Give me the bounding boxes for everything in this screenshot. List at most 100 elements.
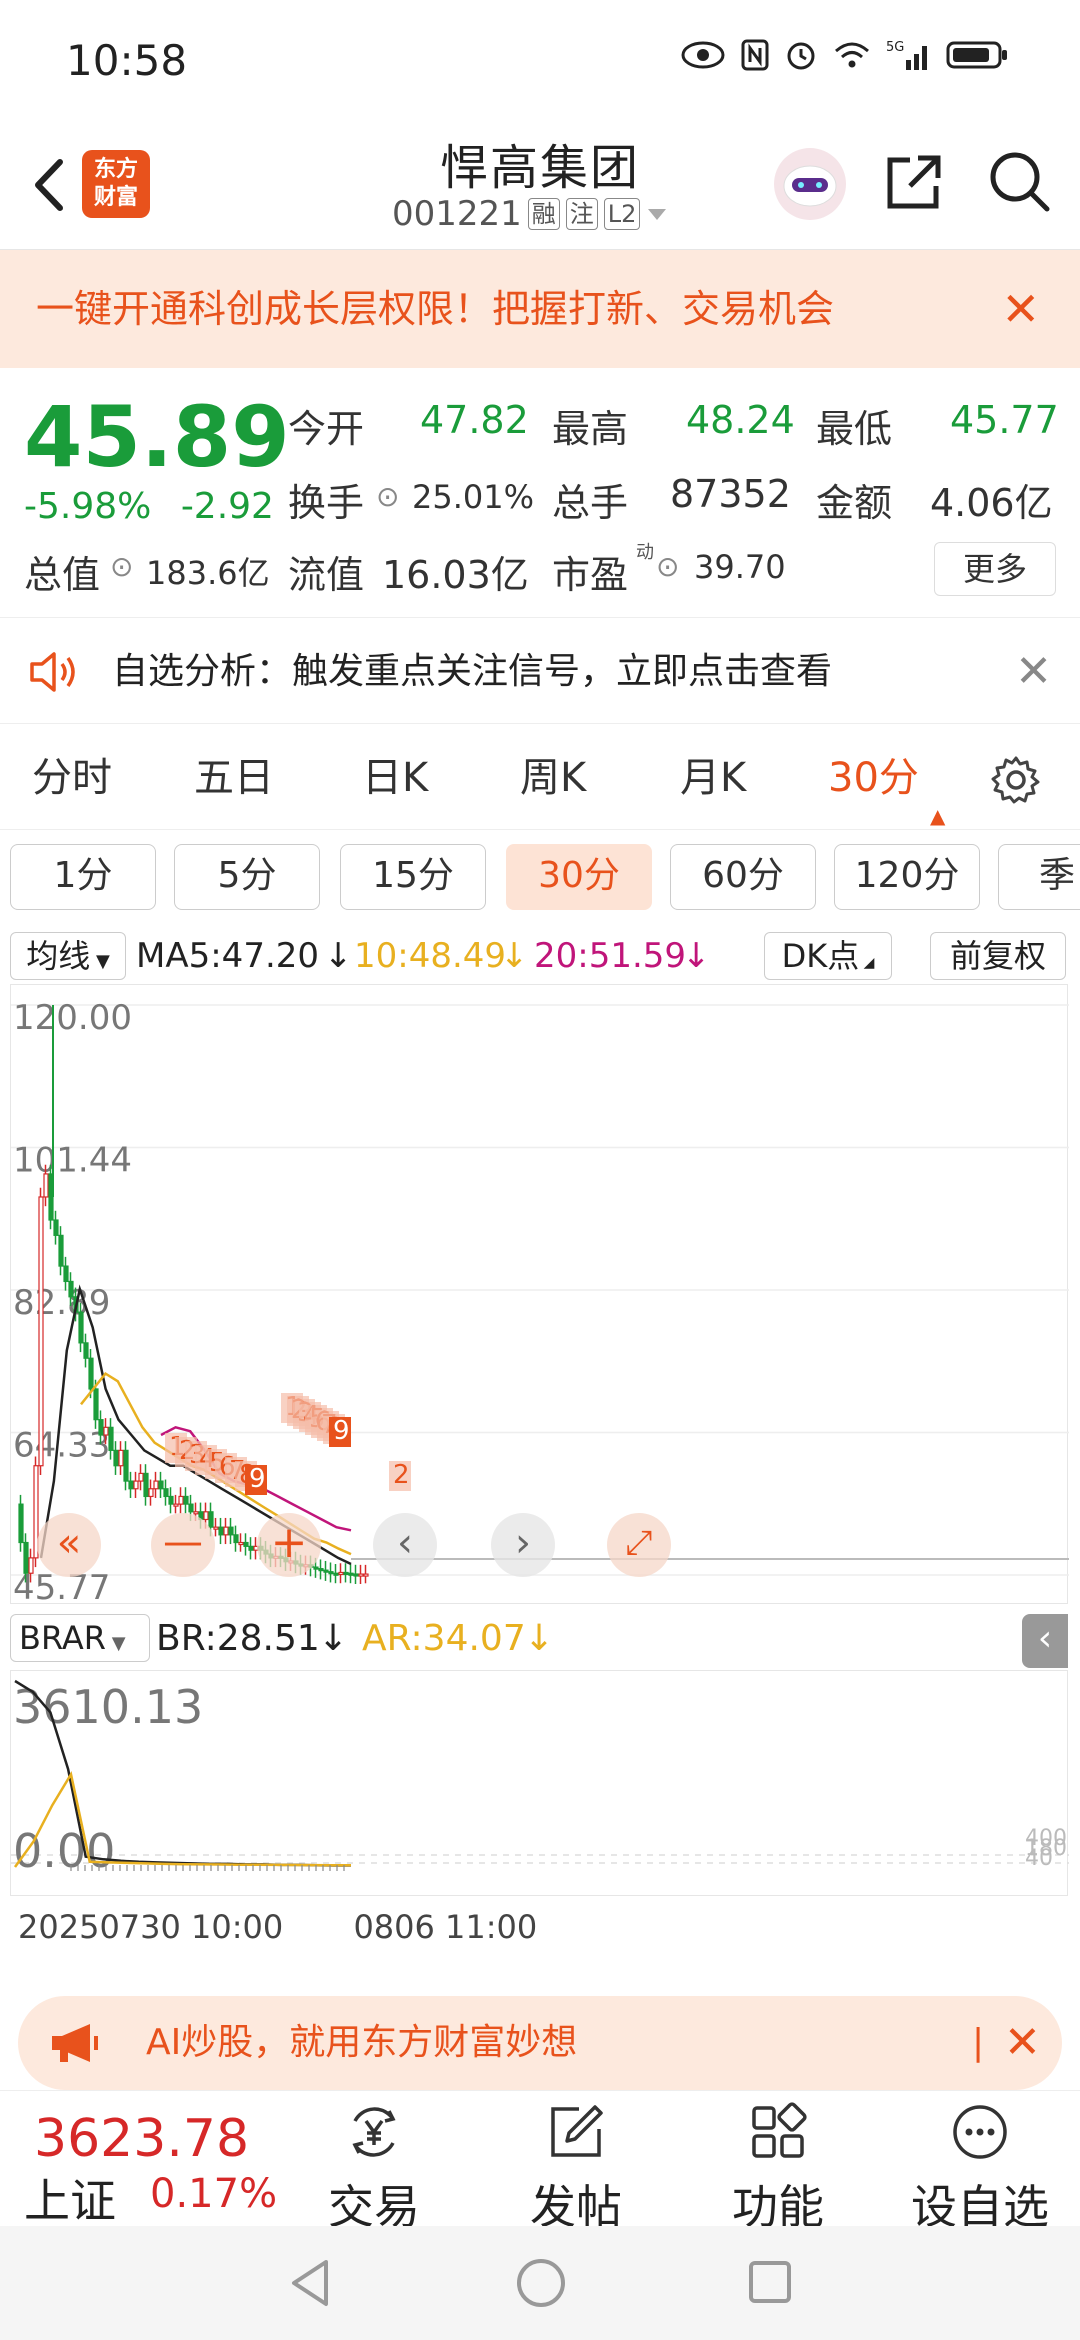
yen-cycle-icon <box>352 2107 396 2157</box>
minute-period-selector: 1分 5分 15分 30分 60分 120分 季 <box>0 834 1080 920</box>
info-circle-icon[interactable]: ⊙ <box>376 480 399 513</box>
status-icons: 5G <box>680 38 1010 72</box>
pill-60min[interactable]: 60分 <box>670 844 816 910</box>
assistant-avatar-icon[interactable] <box>770 144 850 224</box>
info-circle-icon[interactable]: ⊙ <box>110 550 133 583</box>
candle-body <box>98 1419 104 1436</box>
dk-point-selector[interactable]: DK点 ◢ <box>764 932 892 980</box>
edit-icon <box>551 2105 603 2157</box>
y-tick-label: 120.00 <box>13 998 132 1038</box>
analysis-alert[interactable]: 自选分析：触发重点关注信号，立即点击查看 ✕ <box>0 620 1080 724</box>
ar-value: AR:34.07 <box>362 1618 526 1659</box>
y-tick-label: 101.44 <box>13 1141 132 1181</box>
candle-body <box>243 1541 249 1547</box>
candle-body <box>53 1219 59 1236</box>
kline-chart[interactable]: 120.00101.4482.8964.3345.771234567891234… <box>10 984 1069 1608</box>
tab-30min[interactable]: 30分 <box>828 726 919 830</box>
candle-body <box>343 1571 349 1576</box>
candle-body <box>183 1495 189 1505</box>
status-bar: 10:58 5G <box>0 0 1080 120</box>
promo-banner-text: 一键开通科创成长层权限！把握打新、交易机会 <box>36 287 835 331</box>
brar-selector[interactable]: BRAR ▼ <box>10 1614 150 1662</box>
dropdown-triangle-icon[interactable] <box>646 206 668 222</box>
candle-body <box>188 1503 194 1513</box>
tab-five-day[interactable]: 五日 <box>194 726 274 830</box>
float-cap-label: 流值 <box>288 553 365 597</box>
scroll-left-fast-icon[interactable]: « <box>37 1513 101 1577</box>
zoom-out-icon[interactable]: — <box>151 1513 215 1577</box>
y-tick-label: 0.00 <box>13 1824 115 1878</box>
ma5-down-arrow: ↓ <box>324 936 353 976</box>
close-icon[interactable]: ✕ <box>1015 620 1052 724</box>
candle-body <box>353 1573 359 1577</box>
index-value[interactable]: 3623.78 <box>34 2109 249 2169</box>
tag-registration: 注 <box>565 198 598 230</box>
index-name[interactable]: 上证 <box>24 2165 116 2231</box>
tab-weekly-k[interactable]: 周K <box>520 726 586 830</box>
close-icon[interactable]: ✕ <box>1001 250 1040 368</box>
candle-body <box>143 1472 149 1498</box>
candle-body <box>78 1311 84 1344</box>
high-label: 最高 <box>552 407 629 451</box>
candle-body <box>103 1426 109 1436</box>
close-icon[interactable]: ✕ <box>1004 1996 1041 2090</box>
scroll-left-icon[interactable]: ‹ <box>373 1513 437 1577</box>
index-change[interactable]: 0.17% <box>150 2171 277 2217</box>
candle-body <box>23 1541 29 1574</box>
turnover-value: 25.01% <box>412 478 535 516</box>
candle-body <box>218 1526 224 1536</box>
pill-5min[interactable]: 5分 <box>174 844 320 910</box>
more-button[interactable]: 更多 <box>934 542 1056 596</box>
candle-body <box>68 1280 74 1298</box>
tab-intraday[interactable]: 分时 <box>32 726 112 830</box>
ai-ad-banner[interactable]: AI炒股，就用东方财富妙想 | ✕ <box>18 1996 1062 2090</box>
fullscreen-icon[interactable]: ⤢ <box>607 1513 671 1577</box>
pill-quarter[interactable]: 季 <box>998 844 1080 910</box>
scroll-right-icon[interactable]: › <box>491 1513 555 1577</box>
pill-1min[interactable]: 1分 <box>10 844 156 910</box>
megaphone-icon <box>52 2024 98 2062</box>
tab-trade[interactable]: 交易 <box>294 2101 454 2237</box>
side-panel-toggle-icon[interactable]: ‹ <box>1022 1614 1068 1668</box>
tab-post[interactable]: 发帖 <box>496 2101 656 2237</box>
tab-add-watchlist[interactable]: 设自选 <box>900 2101 1060 2237</box>
ma5-value: MA5:47.20 <box>136 936 320 976</box>
right-scale-label: 40 <box>1025 1846 1053 1871</box>
info-circle-icon[interactable]: ⊙ <box>656 550 679 583</box>
ar-down-arrow: ↓ <box>524 1618 555 1659</box>
settings-gear-icon[interactable] <box>990 754 1042 806</box>
alarm-icon <box>787 42 815 70</box>
tab-monthly-k[interactable]: 月K <box>680 726 746 830</box>
zoom-in-icon[interactable]: + <box>257 1513 321 1577</box>
signal-marker-text: 2 <box>393 1460 410 1490</box>
candle-body <box>58 1234 64 1267</box>
candle-body <box>233 1534 239 1544</box>
stock-header: 东方 财富 悍高集团 001221 融 注 L2 <box>0 120 1080 250</box>
date-mid: 0806 11:00 <box>353 1908 538 1946</box>
candle-body <box>338 1571 344 1576</box>
pill-120min[interactable]: 120分 <box>834 844 980 910</box>
y-tick-label: 82.89 <box>13 1283 110 1323</box>
share-icon[interactable] <box>880 148 948 216</box>
pill-15min[interactable]: 15分 <box>340 844 486 910</box>
high-value: 48.24 <box>686 398 795 442</box>
tab-functions[interactable]: 功能 <box>698 2101 858 2237</box>
adjust-selector[interactable]: 前复权 <box>930 932 1066 980</box>
pe-dynamic-mark: 动 <box>636 542 654 563</box>
nav-back-icon[interactable] <box>286 2256 336 2310</box>
brar-chart[interactable]: 3610.13 0.00 400 180 40 <box>10 1670 1069 1896</box>
candle-body <box>213 1526 219 1530</box>
period-tabs: 分时 五日 日K 周K 月K 30分 ▲ <box>0 726 1080 830</box>
candle-body <box>328 1571 334 1575</box>
pill-30min[interactable]: 30分 <box>506 844 652 910</box>
promo-banner[interactable]: 一键开通科创成长层权限！把握打新、交易机会 ✕ <box>0 250 1080 368</box>
bottom-tab-bar: 3623.78 上证 0.17% 交易 发帖 功能 设自选 <box>0 2090 1080 2234</box>
nav-recents-icon[interactable] <box>746 2258 794 2306</box>
candle-body <box>148 1488 154 1498</box>
amount-value: 4.06亿 <box>930 481 1053 525</box>
candle-body <box>88 1357 94 1390</box>
search-icon[interactable] <box>984 146 1054 216</box>
tab-daily-k[interactable]: 日K <box>362 726 428 830</box>
nav-home-icon[interactable] <box>514 2256 568 2310</box>
ma-selector[interactable]: 均线 ▼ <box>10 932 126 980</box>
